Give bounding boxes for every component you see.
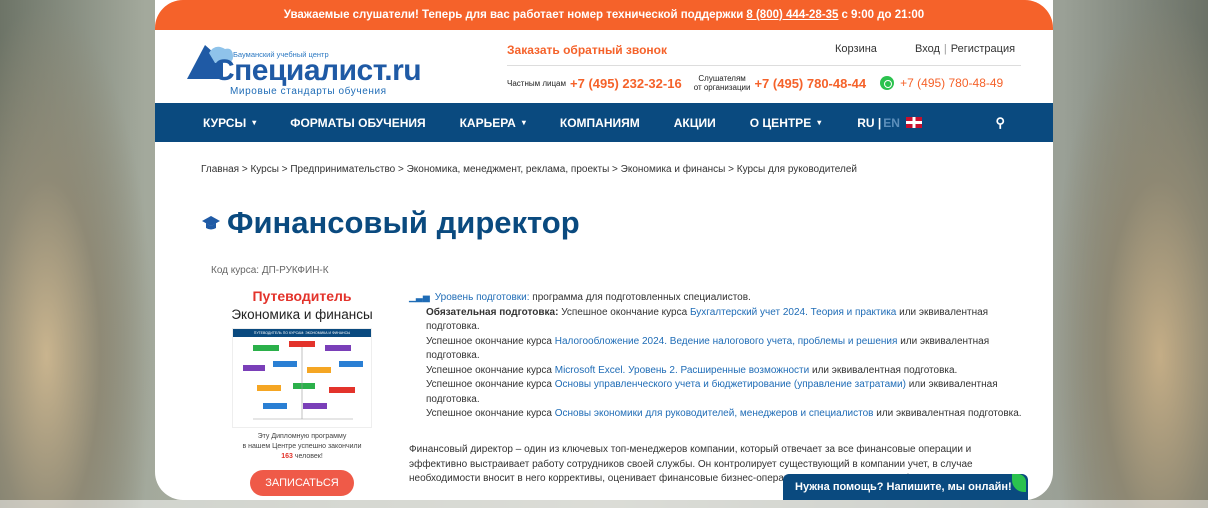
- level-line: ▁▃▅ Уровень подготовки: программа для под…: [409, 292, 751, 303]
- search-icon[interactable]: ⚲: [995, 115, 1005, 131]
- nav-item-about[interactable]: О ЦЕНТРЕ ▾: [750, 116, 821, 130]
- logo[interactable]: Бауманский учебный центр Специалист.ru М…: [185, 37, 422, 97]
- guide-diagram: [243, 341, 363, 420]
- page-title: Финансовый директор: [227, 205, 580, 240]
- chevron-down-icon: ▾: [817, 118, 822, 127]
- bottom-strip: [0, 500, 1208, 508]
- prereq-item: Успешное окончание курса Microsoft Excel…: [426, 364, 958, 376]
- chevron-down-icon: ▾: [252, 118, 257, 127]
- org-phone[interactable]: +7 (495) 780-48-44: [754, 76, 866, 91]
- guide-subtitle[interactable]: Экономика и финансы: [221, 307, 383, 322]
- phones: Частным лицам +7 (495) 232-32-16 Слушате…: [507, 74, 1003, 92]
- course-code: Код курса: ДП-РУКФИН-К: [211, 265, 329, 276]
- cart-link[interactable]: Корзина: [835, 43, 877, 55]
- login-link[interactable]: Вход: [915, 43, 940, 55]
- prereq-item: Успешное окончание курса Налогообложение…: [426, 335, 990, 362]
- level-label: Уровень подготовки:: [434, 292, 530, 303]
- nav-item-courses[interactable]: КУРСЫ ▾: [203, 116, 256, 130]
- chat-status-icon: [1012, 474, 1026, 492]
- support-phone-link[interactable]: 8 (800) 444-28-35: [746, 9, 838, 21]
- coin-jar-left: [0, 0, 155, 508]
- private-label: Частным лицам: [507, 78, 567, 88]
- level-bars-icon: ▁▃▅: [409, 292, 430, 302]
- nav-item-formats[interactable]: ФОРМАТЫ ОБУЧЕНИЯ: [290, 116, 425, 130]
- guide-block: Путеводитель Экономика и финансы ПУТЕВОД…: [221, 288, 383, 496]
- lang-ru[interactable]: RU |: [857, 116, 881, 130]
- guide-title[interactable]: Путеводитель: [221, 288, 383, 304]
- chat-label: Нужна помощь? Напишите, мы онлайн!: [795, 481, 1012, 493]
- page-title-wrap: Финансовый директор: [201, 205, 580, 241]
- course-link[interactable]: Microsoft Excel. Уровень 2. Расширенные …: [555, 365, 809, 376]
- guide-image-title: ПУТЕВОДИТЕЛЬ ПО КУРСАМ: ЭКОНОМИКА И ФИНА…: [233, 329, 371, 337]
- support-hours: с 9:00 до 21:00: [841, 9, 925, 21]
- support-banner: Уважаемые слушатели! Теперь для вас рабо…: [155, 0, 1053, 30]
- header: Бауманский учебный центр Специалист.ru М…: [155, 30, 1053, 103]
- course-link[interactable]: Налогообложение 2024. Ведение налогового…: [555, 336, 898, 347]
- chevron-down-icon: ▾: [521, 118, 526, 127]
- course-link[interactable]: Основы экономики для руководителей, мене…: [555, 408, 874, 419]
- mandatory-line: Обязательная подготовка: Успешное оконча…: [426, 306, 989, 333]
- whatsapp-icon[interactable]: [880, 76, 895, 90]
- logo-name: Специалист.ru: [213, 54, 422, 87]
- nav-item-career[interactable]: КАРЬЕРА ▾: [460, 116, 526, 130]
- lang-en[interactable]: EN: [883, 116, 900, 130]
- page-card: Уважаемые слушатели! Теперь для вас рабо…: [155, 0, 1053, 500]
- support-text: Уважаемые слушатели! Теперь для вас рабо…: [283, 9, 744, 21]
- uk-flag-icon: [905, 117, 922, 128]
- graduates-note: Эту Дипломную программу в нашем Центре у…: [242, 433, 362, 460]
- register-link[interactable]: Регистрация: [951, 43, 1015, 55]
- private-phone[interactable]: +7 (495) 232-32-16: [570, 76, 682, 91]
- language-switch[interactable]: RU | EN: [857, 116, 922, 130]
- header-divider: [507, 65, 1021, 66]
- logo-slogan: Мировые стандарты обучения: [230, 86, 387, 97]
- mandatory-label: Обязательная подготовка:: [426, 306, 559, 318]
- prereq-item: Успешное окончание курса Основы управлен…: [426, 379, 998, 405]
- graduation-cap-icon: [202, 216, 220, 230]
- org-label: Слушателям от организации: [693, 74, 751, 92]
- nav-item-promotions[interactable]: АКЦИИ: [674, 116, 716, 130]
- main-nav: КУРСЫ ▾ ФОРМАТЫ ОБУЧЕНИЯ КАРЬЕРА ▾ КОМПАНИ…: [155, 103, 1053, 142]
- prereq-item: Успешное окончание курса Основы экономик…: [426, 408, 1022, 419]
- chat-widget-button[interactable]: Нужна помощь? Напишите, мы онлайн!: [783, 474, 1028, 500]
- course-link[interactable]: Бухгалтерский учет 2024. Теория и практи…: [690, 307, 896, 318]
- divider: |: [943, 43, 947, 55]
- callback-link[interactable]: Заказать обратный звонок: [507, 43, 667, 57]
- breadcrumb[interactable]: Главная > Курсы > Предпринимательство > …: [201, 164, 857, 175]
- guide-image[interactable]: ПУТЕВОДИТЕЛЬ ПО КУРСАМ: ЭКОНОМИКА И ФИНА…: [232, 328, 372, 428]
- nav-item-companies[interactable]: КОМПАНИЯМ: [560, 116, 640, 130]
- coin-jar-right: [1048, 0, 1208, 508]
- requirements: ▁▃▅ Уровень подготовки: программа для под…: [409, 290, 1029, 422]
- course-link[interactable]: Основы управленческого учета и бюджетиро…: [555, 379, 906, 390]
- auth-links: Вход | Регистрация: [915, 43, 1015, 55]
- whatsapp-phone[interactable]: +7 (495) 780-48-49: [900, 76, 1003, 90]
- graduates-count: 163: [281, 453, 293, 460]
- enroll-button[interactable]: ЗАПИСАТЬСЯ: [250, 470, 354, 496]
